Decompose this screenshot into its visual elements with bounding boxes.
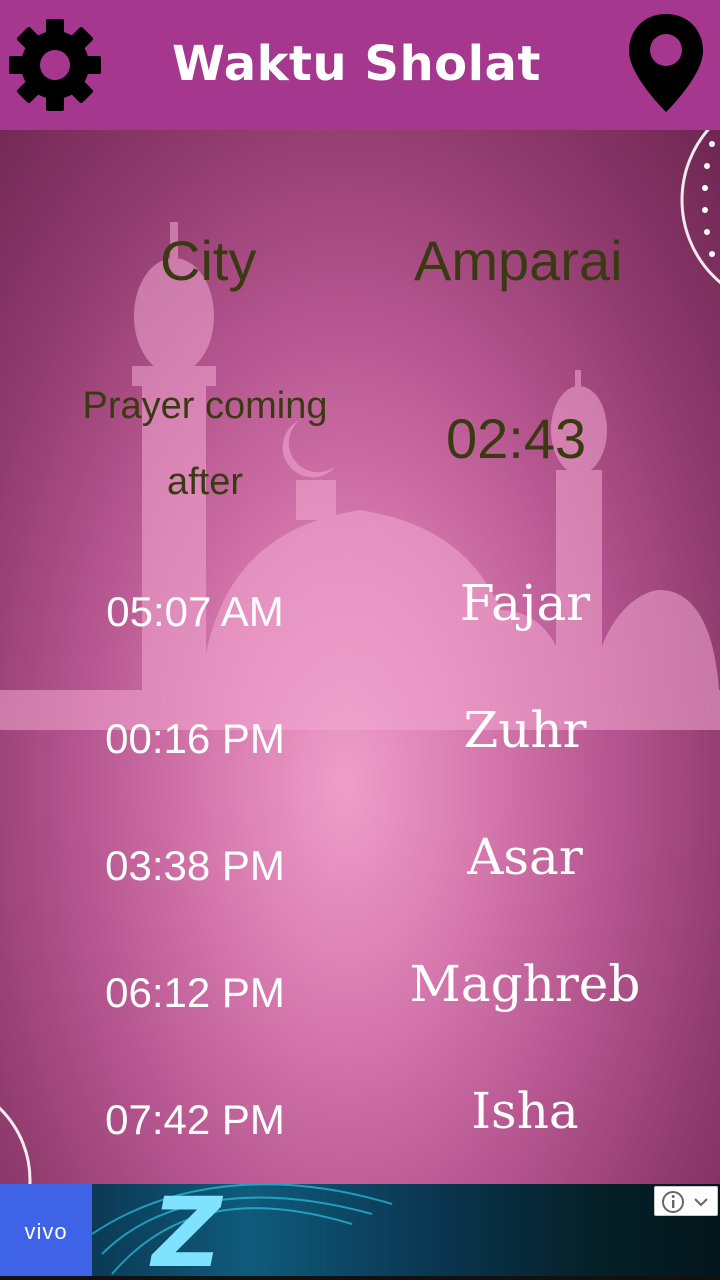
- ad-banner[interactable]: vivo Z: [0, 1184, 720, 1280]
- prayer-name: Asar: [467, 828, 583, 886]
- chevron-down-icon: [694, 1198, 708, 1207]
- next-prayer-label: Prayer coming after: [82, 385, 328, 503]
- prayer-row-zuhr: 00:16 PM Zuhr: [0, 697, 720, 777]
- prayer-row-isha: 07:42 PM Isha: [0, 1078, 720, 1158]
- prayer-name: Zuhr: [463, 701, 587, 759]
- prayer-row-fajar: 05:07 AM Fajar: [0, 570, 720, 650]
- prayer-row-maghreb: 06:12 PM Maghreb: [0, 951, 720, 1031]
- city-label: City: [160, 229, 257, 292]
- next-prayer-countdown: 02:43: [446, 407, 587, 470]
- app-bar: Waktu Sholat: [0, 0, 720, 130]
- app-title: Waktu Sholat: [172, 36, 541, 92]
- prayer-time: 00:16 PM: [105, 715, 285, 762]
- prayer-name: Maghreb: [409, 955, 641, 1013]
- info-icon: [662, 1191, 684, 1213]
- gear-icon: [9, 19, 101, 111]
- prayer-time: 07:42 PM: [105, 1096, 285, 1143]
- ad-choices[interactable]: [654, 1186, 718, 1216]
- bottom-edge: [0, 1276, 720, 1280]
- prayer-times-panel: City Amparai Prayer coming after 02:43 0…: [0, 130, 720, 1184]
- location-button[interactable]: [626, 12, 706, 116]
- ad-image: Z: [91, 1184, 720, 1280]
- prayer-time: 05:07 AM: [106, 588, 284, 635]
- city-value: Amparai: [414, 229, 623, 292]
- prayer-time: 06:12 PM: [105, 969, 285, 1016]
- map-pin-icon: [629, 14, 703, 112]
- settings-button[interactable]: [8, 18, 102, 112]
- prayer-name: Fajar: [459, 574, 591, 632]
- ad-graphic-letter: Z: [149, 1184, 224, 1280]
- prayer-row-asar: 03:38 PM Asar: [0, 824, 720, 904]
- prayer-time: 03:38 PM: [105, 842, 285, 889]
- ad-brand-logo: vivo: [0, 1184, 92, 1280]
- prayer-name: Isha: [471, 1082, 579, 1140]
